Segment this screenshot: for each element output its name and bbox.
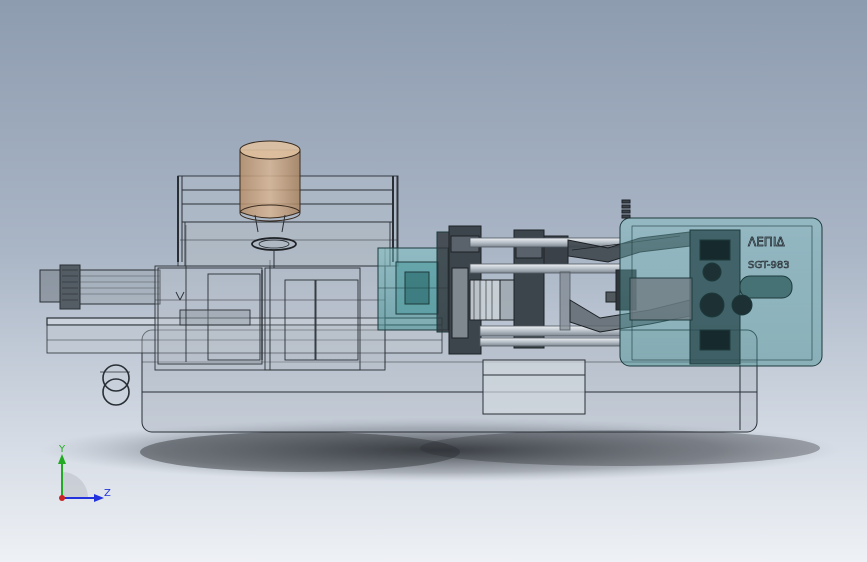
clamp-housing <box>619 217 823 367</box>
injection-barrel <box>39 264 161 310</box>
nameplate-line1: ΛΕΠΙΔ <box>748 235 785 249</box>
floor-shadow-inner <box>140 432 460 472</box>
top-spring <box>621 199 631 219</box>
cad-viewport[interactable]: ΛΕΠΙΔ SGT-983 Y Z <box>0 0 867 562</box>
y-axis-arrowhead <box>58 454 66 464</box>
y-axis-label: Y <box>58 444 66 455</box>
nameplate-line2: SGT-983 <box>748 260 790 271</box>
roller-pair <box>100 364 130 406</box>
floor-shadow-right <box>420 430 820 466</box>
triad-quadrant <box>62 472 88 498</box>
machine-model[interactable]: ΛΕΠΙΔ SGT-983 <box>0 0 867 562</box>
axis-triad: Y Z <box>58 444 111 502</box>
z-axis-arrowhead <box>94 494 104 502</box>
x-axis-dot <box>59 495 65 501</box>
z-axis-label: Z <box>104 488 111 499</box>
